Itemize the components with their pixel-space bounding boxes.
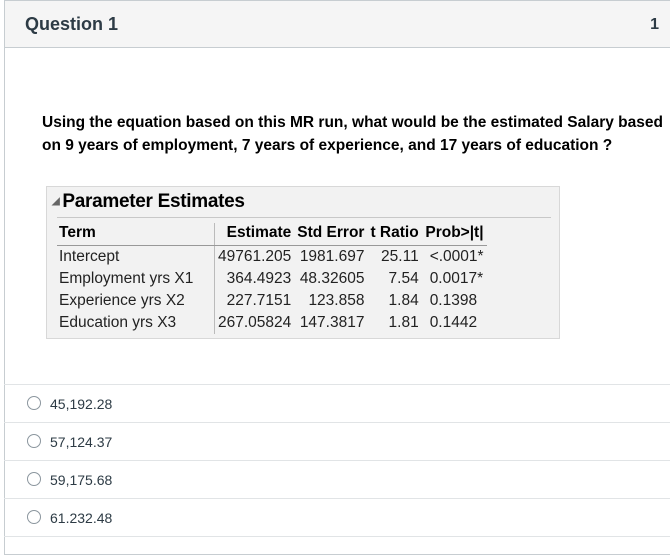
question-text: Using the equation based on this MR run,… — [42, 114, 663, 154]
cell-term: Experience yrs X2 — [57, 290, 215, 312]
cell-estimate: 267.05824 — [218, 314, 292, 331]
cell-std-error: 147.3817 — [299, 314, 365, 331]
cell-term: Employment yrs X1 — [57, 268, 215, 290]
cell-prob: 0.0017* — [429, 270, 484, 287]
cell-t-ratio: 1.81 — [388, 314, 419, 331]
header-row: Term Estimate Std Error t Ratio Prob>|t| — [57, 223, 487, 246]
table-row: Intercept 49761.205 1981.697 25.11 <.000… — [57, 245, 487, 268]
cell-prob: 0.1442 — [429, 314, 478, 331]
col-header-t-ratio: t Ratio — [367, 223, 422, 246]
table-heading: ◢ Parameter Estimates — [52, 191, 245, 213]
collapse-triangle-icon: ◢ — [52, 196, 60, 208]
cell-std-error: 48.32605 — [299, 270, 365, 287]
answer-option[interactable]: 61.232.48 — [4, 498, 670, 537]
parameter-estimates-table: ◢ Parameter Estimates Term Estimate Std E… — [46, 186, 560, 339]
cell-t-ratio: 1.84 — [388, 292, 419, 309]
answer-option[interactable]: 59,175.68 — [4, 460, 670, 498]
cell-estimate: 364.4923 — [226, 270, 292, 287]
table-row: Employment yrs X1 364.4923 48.32605 7.54… — [57, 268, 487, 290]
question-header: Question 1 1 — [5, 1, 670, 48]
table-row: Education yrs X3 267.05824 147.3817 1.81… — [57, 312, 487, 334]
cell-prob: 0.1398 — [429, 292, 478, 309]
radio-button[interactable] — [27, 396, 41, 410]
cell-estimate: 227.7151 — [226, 292, 292, 309]
col-header-std-error: Std Error — [294, 223, 368, 246]
cell-term: Intercept — [57, 245, 215, 268]
estimates-grid: Term Estimate Std Error t Ratio Prob>|t|… — [57, 223, 487, 334]
cell-prob: <.0001* — [429, 248, 484, 265]
answer-list: 45,192.28 57,124.37 59,175.68 61.232.48 — [4, 384, 670, 537]
radio-button[interactable] — [27, 472, 41, 486]
col-header-estimate: Estimate — [214, 223, 295, 246]
table-row: Experience yrs X2 227.7151 123.858 1.84 … — [57, 290, 487, 312]
col-header-term: Term — [57, 223, 215, 246]
cell-estimate: 49761.205 — [218, 248, 292, 265]
cell-std-error: 1981.697 — [299, 248, 365, 265]
answer-label[interactable]: 59,175.68 — [50, 472, 112, 488]
cell-t-ratio: 7.54 — [388, 270, 419, 287]
answer-option[interactable]: 57,124.37 — [4, 422, 670, 460]
cell-std-error: 123.858 — [308, 292, 365, 309]
answer-label[interactable]: 61.232.48 — [50, 510, 112, 526]
col-header-prob: Prob>|t| — [421, 223, 487, 246]
radio-button[interactable] — [27, 434, 41, 448]
question-title: Question 1 — [25, 14, 119, 34]
question-points: 1 — [650, 16, 659, 33]
answer-option[interactable]: 45,192.28 — [4, 384, 670, 422]
answer-label[interactable]: 57,124.37 — [50, 434, 112, 450]
answer-label[interactable]: 45,192.28 — [50, 396, 112, 412]
cell-t-ratio: 25.11 — [381, 248, 419, 265]
table-title: Parameter Estimates — [62, 191, 245, 212]
cell-term: Education yrs X3 — [57, 312, 215, 334]
divider — [57, 217, 551, 218]
radio-button[interactable] — [27, 510, 41, 524]
